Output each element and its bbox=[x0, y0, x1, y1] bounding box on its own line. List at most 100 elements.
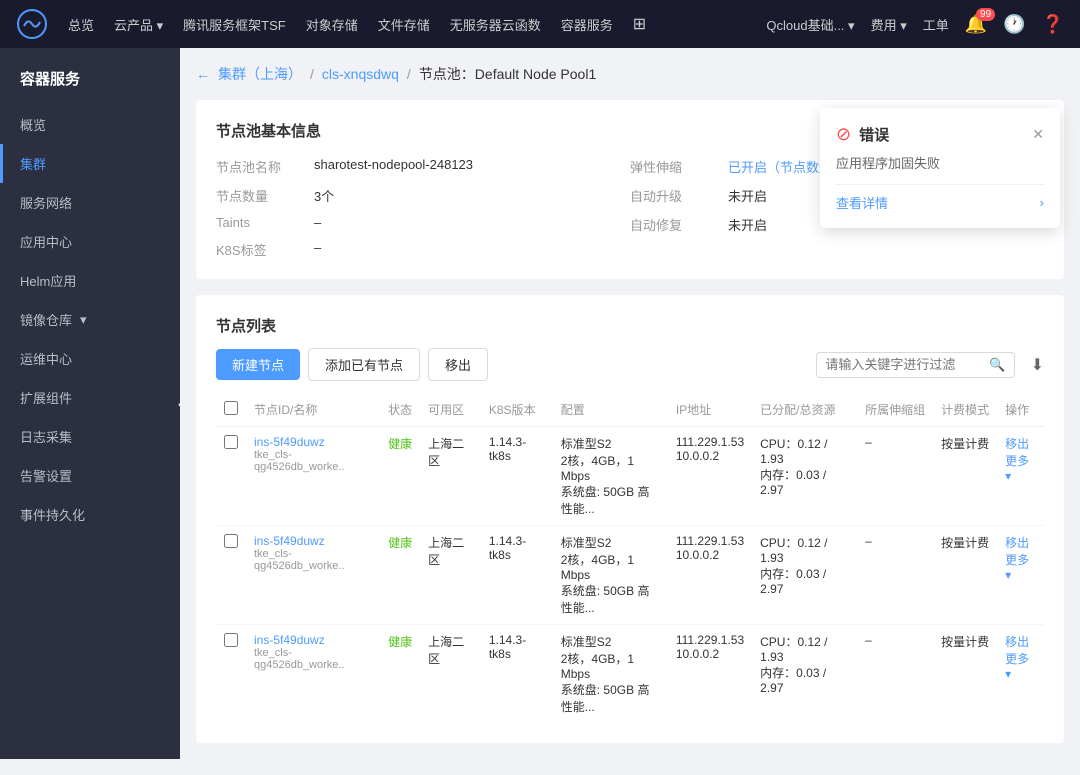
sidebar-item-extensions[interactable]: 扩展组件 bbox=[0, 378, 180, 417]
col-header-k8s: K8S版本 bbox=[481, 393, 553, 427]
nav-overview[interactable]: 总览 bbox=[68, 15, 94, 34]
back-button[interactable]: ← bbox=[196, 66, 210, 82]
migrate-button[interactable]: 移出 bbox=[428, 348, 488, 381]
col-header-scalegroup: 所属伸缩组 bbox=[857, 393, 933, 427]
nav-tke[interactable]: 容器服务 bbox=[561, 15, 613, 34]
error-detail-link[interactable]: 查看详情 › bbox=[836, 184, 1044, 212]
nav-scf[interactable]: 无服务器云函数 bbox=[450, 15, 541, 34]
new-node-button[interactable]: 新建节点 bbox=[216, 349, 300, 380]
col-header-config: 配置 bbox=[553, 393, 668, 427]
info-label-name: 节点池名称 bbox=[216, 157, 306, 176]
select-all-checkbox[interactable] bbox=[224, 401, 238, 415]
sidebar-label-helm: Helm应用 bbox=[20, 271, 76, 290]
nav-cos[interactable]: 对象存储 bbox=[306, 15, 358, 34]
col-header-billing: 计费模式 bbox=[933, 393, 997, 427]
sidebar-item-overview[interactable]: 概览 bbox=[0, 105, 180, 144]
row-checkbox-0[interactable] bbox=[224, 435, 238, 449]
info-value-auto-repair: 未开启 bbox=[728, 215, 767, 234]
node-k8s-2: 1.14.3-tk8s bbox=[481, 625, 553, 724]
sidebar-label-overview: 概览 bbox=[20, 115, 46, 134]
info-value-taints: – bbox=[314, 215, 321, 230]
nav-cloud-products[interactable]: 云产品 bbox=[114, 15, 163, 34]
error-detail-arrow: › bbox=[1040, 195, 1044, 210]
node-id-1[interactable]: ins-5f49duwz bbox=[254, 534, 372, 548]
node-migrate-btn-0[interactable]: 移出 bbox=[1005, 437, 1029, 451]
nav-tools[interactable]: 工单 bbox=[923, 15, 949, 34]
sidebar-label-events: 事件持久化 bbox=[20, 505, 85, 524]
node-migrate-btn-1[interactable]: 移出 bbox=[1005, 536, 1029, 550]
node-migrate-btn-2[interactable]: 移出 bbox=[1005, 635, 1029, 649]
col-header-ip: IP地址 bbox=[668, 393, 752, 427]
node-status-0: 健康 bbox=[388, 437, 412, 451]
info-label-auto-upgrade: 自动升级 bbox=[630, 186, 720, 205]
sidebar-item-registry[interactable]: 镜像仓库 ▾ bbox=[0, 300, 180, 339]
col-header-id: 节点ID/名称 bbox=[246, 393, 380, 427]
nav-right-area: Qcloud基础... 费用 工单 🔔 99 🕐 ❓ bbox=[766, 14, 1064, 35]
sidebar-item-alert[interactable]: 告警设置 bbox=[0, 456, 180, 495]
error-popup-close[interactable]: ✕ bbox=[1032, 126, 1044, 143]
top-navigation: 总览 云产品 腾讯服务框架TSF 对象存储 文件存储 无服务器云函数 容器服务 … bbox=[0, 0, 1080, 48]
nav-cost[interactable]: 费用 bbox=[871, 15, 907, 34]
download-icon[interactable]: ⬇ bbox=[1031, 355, 1044, 375]
nav-more-icon[interactable]: ⊞ bbox=[633, 14, 646, 34]
clock-icon[interactable]: 🕐 bbox=[1003, 14, 1025, 35]
info-label-taints: Taints bbox=[216, 215, 306, 230]
search-icon: 🔍 bbox=[989, 357, 1005, 373]
sidebar-item-network[interactable]: 服务网络 bbox=[0, 183, 180, 222]
nav-account[interactable]: Qcloud基础... bbox=[766, 15, 854, 34]
row-checkbox-2[interactable] bbox=[224, 633, 238, 647]
error-circle-icon: ⊘ bbox=[836, 124, 851, 145]
sidebar-label-network: 服务网络 bbox=[20, 193, 72, 212]
row-checkbox-1[interactable] bbox=[224, 534, 238, 548]
breadcrumb-pool-id[interactable]: cls-xnqsdwq bbox=[322, 66, 399, 82]
sidebar: 容器服务 概览 集群 服务网络 应用中心 Helm应用 镜像仓库 ▾ 运维中心 … bbox=[0, 48, 180, 759]
sidebar-item-helm[interactable]: Helm应用 bbox=[0, 261, 180, 300]
node-billing-0: 按量计费 bbox=[933, 427, 997, 526]
sidebar-item-appcenter[interactable]: 应用中心 bbox=[0, 222, 180, 261]
info-label-elastic: 弹性伸缩 bbox=[630, 157, 720, 176]
node-billing-2: 按量计费 bbox=[933, 625, 997, 724]
node-actions-1: 移出 更多 bbox=[997, 526, 1044, 625]
node-list-title: 节点列表 bbox=[216, 315, 1044, 336]
nav-tsf[interactable]: 腾讯服务框架TSF bbox=[183, 15, 286, 34]
error-popup-title: 错误 bbox=[859, 124, 889, 145]
table-row: ins-5f49duwz tke_cls-qg4526db_worke.. 健康… bbox=[216, 427, 1044, 526]
main-content: ← 集群（上海） / cls-xnqsdwq / 节点池：Default Nod… bbox=[180, 48, 1080, 775]
col-header-resource: 已分配/总资源 bbox=[752, 393, 857, 427]
add-existing-button[interactable]: 添加已有节点 bbox=[308, 348, 420, 381]
node-k8s-1: 1.14.3-tk8s bbox=[481, 526, 553, 625]
node-more-btn-1[interactable]: 更多 bbox=[1005, 553, 1029, 582]
node-id-0[interactable]: ins-5f49duwz bbox=[254, 435, 372, 449]
logo-icon[interactable] bbox=[16, 8, 48, 40]
sidebar-title: 容器服务 bbox=[0, 48, 180, 105]
col-header-status: 状态 bbox=[380, 393, 420, 427]
sidebar-item-cluster[interactable]: 集群 bbox=[0, 144, 180, 183]
search-input[interactable] bbox=[825, 357, 985, 372]
breadcrumb-cluster[interactable]: 集群（上海） bbox=[218, 64, 302, 84]
node-actions-2: 移出 更多 bbox=[997, 625, 1044, 724]
sidebar-item-ops[interactable]: 运维中心 bbox=[0, 339, 180, 378]
info-left-col: 节点池名称 sharotest-nodepool-248123 节点数量 3个 … bbox=[216, 157, 630, 259]
info-value-k8s: – bbox=[314, 240, 321, 255]
node-ip-2: 111.229.1.53 10.0.0.2 bbox=[668, 625, 752, 724]
node-id-2[interactable]: ins-5f49duwz bbox=[254, 633, 372, 647]
node-ip-0: 111.229.1.53 10.0.0.2 bbox=[668, 427, 752, 526]
notification-bell[interactable]: 🔔 99 bbox=[965, 14, 987, 35]
sidebar-item-events[interactable]: 事件持久化 bbox=[0, 495, 180, 534]
node-resource-1: CPU：0.12 / 1.93 内存：0.03 / 2.97 bbox=[752, 526, 857, 625]
sidebar-label-ops: 运维中心 bbox=[20, 349, 72, 368]
sidebar-label-cluster: 集群 bbox=[20, 154, 46, 173]
search-box[interactable]: 🔍 bbox=[816, 352, 1014, 378]
nav-cfs[interactable]: 文件存储 bbox=[378, 15, 430, 34]
node-config-1: 标准型S2 2核，4GB，1 Mbps 系统盘: 50GB 高性能... bbox=[553, 526, 668, 625]
node-ip-1: 111.229.1.53 10.0.0.2 bbox=[668, 526, 752, 625]
node-more-btn-2[interactable]: 更多 bbox=[1005, 652, 1029, 681]
help-icon[interactable]: ❓ bbox=[1042, 14, 1064, 35]
info-value-name: sharotest-nodepool-248123 bbox=[314, 157, 473, 172]
sidebar-item-log[interactable]: 日志采集 bbox=[0, 417, 180, 456]
node-list-card: 节点列表 新建节点 添加已有节点 移出 🔍 ⬇ 节点ID/名称 状态 可用 bbox=[196, 295, 1064, 743]
node-more-btn-0[interactable]: 更多 bbox=[1005, 454, 1029, 483]
node-sub-0: tke_cls-qg4526db_worke.. bbox=[254, 449, 372, 473]
breadcrumb-sep1: / bbox=[310, 66, 314, 82]
info-label-auto-repair: 自动修复 bbox=[630, 215, 720, 234]
